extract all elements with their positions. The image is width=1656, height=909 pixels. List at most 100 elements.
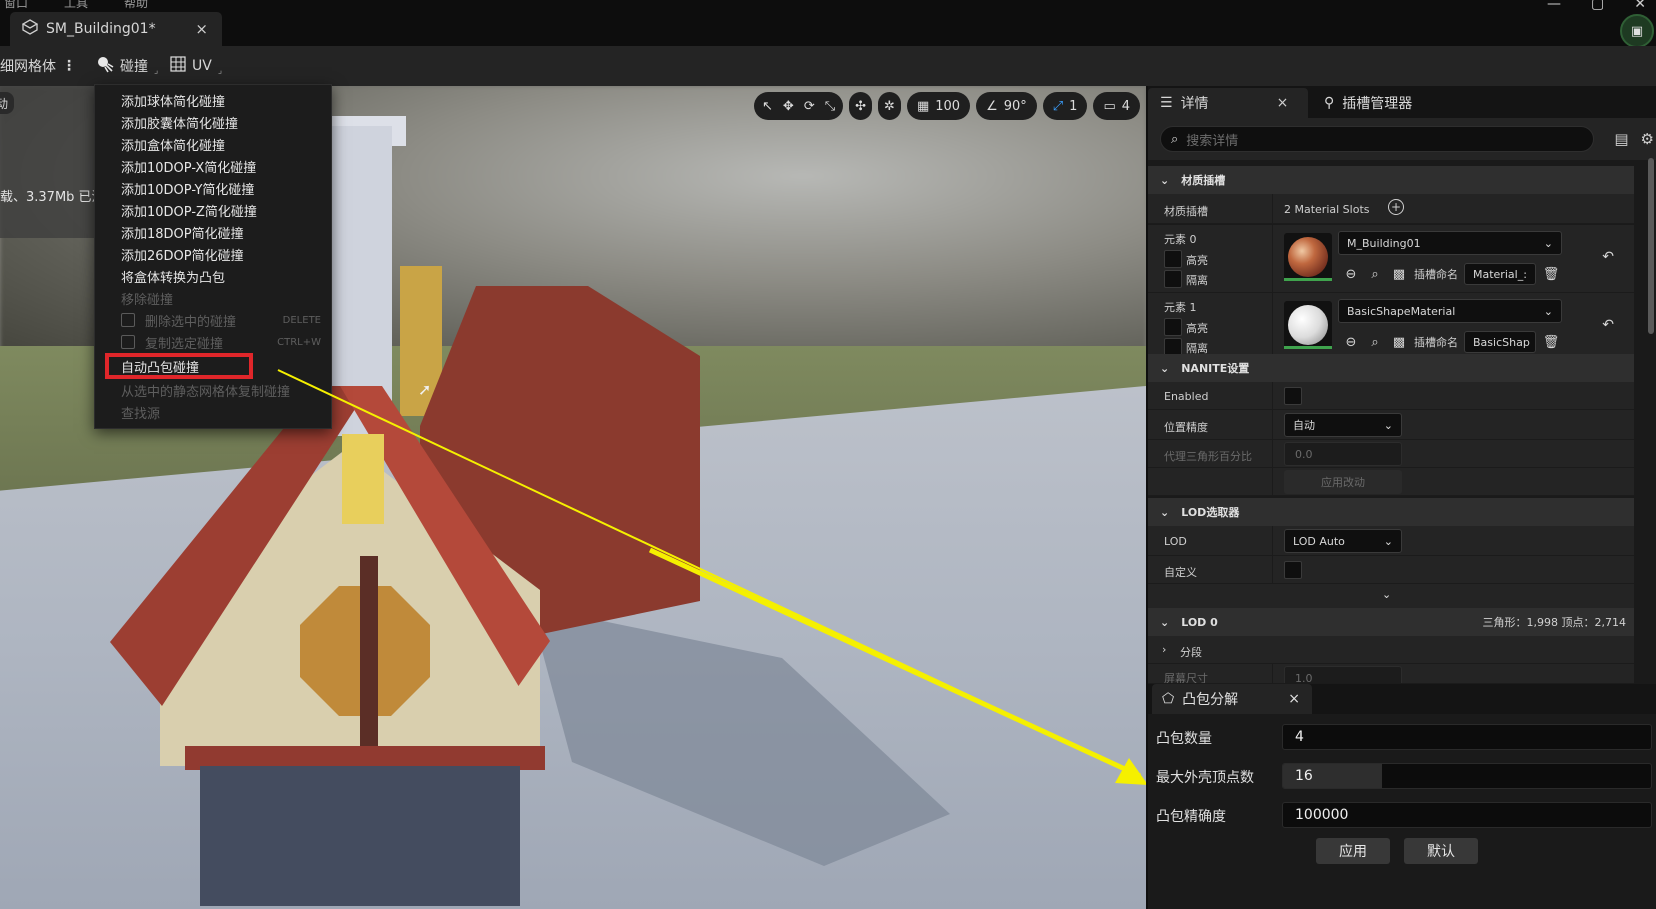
menu-item-add-10dop-z[interactable]: 添加10DOP-Z简化碰撞	[95, 199, 331, 221]
element-label: 元素 0	[1164, 233, 1197, 246]
menu-item-copy-from-static[interactable]: 从选中的静态网格体复制碰撞	[95, 379, 331, 401]
hull-precision-input[interactable]: 100000	[1282, 802, 1652, 828]
lod-dropdown[interactable]: LOD Auto ⌄	[1284, 529, 1402, 553]
hull-precision-value: 100000	[1295, 807, 1349, 823]
menu-item-add-18dop[interactable]: 添加18DOP简化碰撞	[95, 221, 331, 243]
browse-icon[interactable]: ⌕	[1366, 333, 1384, 351]
section-material-slots[interactable]: ⌄ 材质插槽	[1148, 166, 1634, 194]
proxy-triangle-input[interactable]: 0.0	[1284, 442, 1402, 466]
menu-item-add-capsule[interactable]: 添加胶囊体简化碰撞	[95, 111, 331, 133]
title-bar: 窗口 工具 帮助 SM_Building01* × — ▢ ✕ ▣	[0, 0, 1656, 48]
section-nanite[interactable]: ⌄ NANITE设置	[1148, 354, 1634, 382]
move-icon[interactable]: ✥	[783, 99, 794, 114]
menu-item-delete-selected[interactable]: 删除选中的碰撞 DELETE	[95, 309, 331, 331]
slot-name-field[interactable]: Material_:	[1464, 263, 1536, 285]
tab-convex-decomposition[interactable]: ⬠ 凸包分解 ×	[1152, 684, 1312, 714]
use-selected-icon[interactable]: ⊖	[1342, 265, 1360, 283]
sections-row[interactable]: › 分段	[1148, 636, 1634, 664]
checker-icon[interactable]: ▩	[1390, 265, 1408, 283]
mesh-menu[interactable]: 细网格体 ⋮	[0, 46, 76, 86]
menu-item-copy-label: 复制选定碰撞	[145, 336, 224, 352]
checker-icon[interactable]: ▩	[1390, 333, 1408, 351]
reset-icon[interactable]: ↶	[1602, 317, 1614, 333]
proxy-triangle-label: 代理三角形百分比	[1164, 450, 1252, 463]
material-selector[interactable]: M_Building01 ⌄	[1338, 231, 1562, 255]
screen-size-input[interactable]: 1.0	[1284, 666, 1402, 683]
menu-item-auto-convex[interactable]: 自动凸包碰撞	[105, 353, 253, 379]
close-icon[interactable]: ×	[1277, 95, 1289, 111]
menu-help[interactable]: 帮助	[124, 0, 148, 10]
menu-item-add-sphere[interactable]: 添加球体简化碰撞	[95, 89, 331, 111]
menu-window[interactable]: 窗口	[4, 0, 28, 10]
position-precision-dropdown[interactable]: 自动 ⌄	[1284, 413, 1402, 437]
use-selected-icon[interactable]: ⊖	[1342, 333, 1360, 351]
minimize-icon[interactable]: —	[1547, 0, 1561, 12]
camera-speed-button[interactable]: ▭ 4	[1093, 92, 1141, 120]
slot-name-field[interactable]: BasicShap	[1464, 331, 1536, 353]
close-icon[interactable]: ×	[195, 20, 208, 38]
tab-sockets-label: 插槽管理器	[1342, 96, 1413, 112]
reset-icon[interactable]: ↶	[1602, 249, 1614, 265]
material-thumbnail[interactable]	[1284, 233, 1332, 281]
rotate-icon[interactable]: ⟳	[804, 99, 815, 114]
expand-chevron-icon[interactable]: ⌄	[1382, 588, 1391, 601]
menu-item-add-26dop[interactable]: 添加26DOP简化碰撞	[95, 243, 331, 265]
menu-item-add-box[interactable]: 添加盒体简化碰撞	[95, 133, 331, 155]
hull-count-row: 凸包数量 4	[1148, 718, 1656, 756]
document-tab[interactable]: SM_Building01* ×	[10, 12, 222, 46]
table-view-icon[interactable]: ▤	[1614, 130, 1628, 148]
slot-name-label: 插槽命名	[1414, 336, 1458, 349]
section-lod-picker[interactable]: ⌄ LOD选取器	[1148, 498, 1634, 526]
isolate-checkbox[interactable]	[1164, 270, 1182, 288]
max-verts-slider[interactable]: 16	[1282, 763, 1652, 789]
hull-precision-label: 凸包精确度	[1156, 809, 1226, 825]
material-selector[interactable]: BasicShapeMaterial ⌄	[1338, 299, 1562, 323]
highlight-checkbox[interactable]	[1164, 318, 1182, 336]
grid-snap-button[interactable]: ▦ 100	[906, 92, 971, 120]
viewport-options-button[interactable]: 动	[0, 92, 14, 114]
source-control-icon[interactable]: ▣	[1620, 14, 1654, 48]
enabled-checkbox[interactable]	[1284, 387, 1302, 405]
material-thumbnail[interactable]	[1284, 301, 1332, 349]
trash-icon[interactable]: 🗑	[1542, 333, 1560, 351]
tab-socket-manager[interactable]: ⚲ 插槽管理器	[1312, 88, 1424, 118]
hull-count-input[interactable]: 4	[1282, 724, 1652, 750]
close-icon[interactable]: ×	[1288, 691, 1300, 707]
default-button[interactable]: 默认	[1404, 838, 1478, 864]
menu-tools[interactable]: 工具	[64, 0, 88, 10]
menu-item-copy-selected[interactable]: 复制选定碰撞 CTRL+W	[95, 331, 331, 353]
tab-details[interactable]: ☰ 详情 ×	[1148, 88, 1308, 118]
custom-checkbox[interactable]	[1284, 561, 1302, 579]
trash-icon[interactable]: 🗑	[1542, 265, 1560, 283]
apply-changes-button[interactable]: 应用改动	[1284, 470, 1402, 494]
gear-icon[interactable]: ⚙	[1641, 130, 1654, 148]
menu-item-find-source[interactable]: 查找源	[95, 401, 331, 423]
rotation-snap-button[interactable]: ∠ 90°	[976, 92, 1037, 120]
scale-snap-button[interactable]: ⤢ 1	[1042, 92, 1088, 120]
menu-item-remove-collision[interactable]: 移除碰撞	[95, 287, 331, 309]
add-slot-icon[interactable]: +	[1388, 199, 1404, 215]
menu-item-box-to-convex[interactable]: 将盒体转换为凸包	[95, 265, 331, 287]
convex-icon: ⬠	[1162, 691, 1175, 707]
surface-snap-button[interactable]: ✲	[878, 92, 901, 120]
select-icon[interactable]: ↖	[762, 99, 773, 114]
highlight-checkbox[interactable]	[1164, 250, 1182, 268]
apply-button[interactable]: 应用	[1316, 838, 1390, 864]
more-icon[interactable]: ⋮	[62, 58, 76, 74]
search-details-input[interactable]: ⌕ 搜索详情	[1160, 126, 1594, 152]
section-lod0[interactable]: ⌄ LOD 0 三角形：1,998 顶点：2,714	[1148, 608, 1634, 636]
scale-icon[interactable]: ⤡	[825, 99, 835, 114]
section-title: 材质插槽	[1181, 174, 1226, 187]
menu-item-add-10dop-y[interactable]: 添加10DOP-Y简化碰撞	[95, 177, 331, 199]
section-title: LOD 0	[1181, 615, 1218, 629]
convex-tab-label: 凸包分解	[1182, 692, 1239, 708]
collision-menu-button[interactable]: 碰撞 ⌟	[96, 46, 158, 86]
window-close-icon[interactable]: ✕	[1634, 0, 1646, 12]
menu-item-add-10dop-x[interactable]: 添加10DOP-X简化碰撞	[95, 155, 331, 177]
details-scrollbar[interactable]	[1648, 158, 1654, 334]
coord-space-button[interactable]: ✣	[849, 92, 873, 120]
uv-menu-button[interactable]: UV ⌟	[170, 46, 222, 86]
browse-icon[interactable]: ⌕	[1366, 265, 1384, 283]
maximize-icon[interactable]: ▢	[1591, 0, 1604, 12]
slot-name-value: Material_:	[1473, 267, 1527, 281]
